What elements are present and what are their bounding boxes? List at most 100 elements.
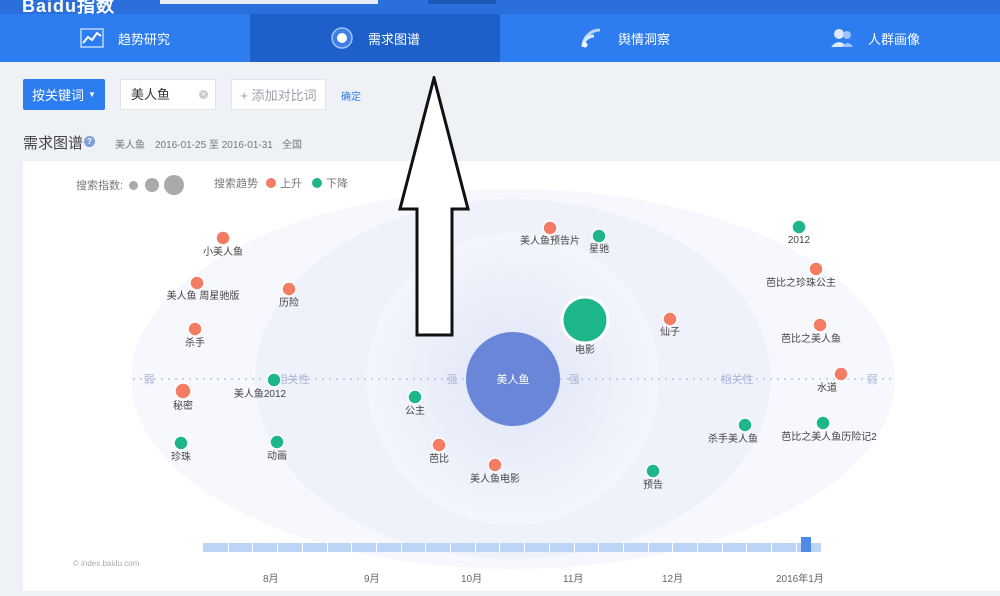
keyword-node-label: 杀手美人鱼: [708, 432, 758, 445]
keyword-node: [645, 463, 661, 479]
keyword-node: [281, 281, 297, 297]
people-icon: [830, 27, 854, 49]
size-medium-dot: [145, 178, 160, 192]
main-nav: 趋势研究 需求图谱 舆情洞察 人群画像: [0, 14, 1000, 62]
clear-icon[interactable]: ×: [199, 90, 208, 99]
keyword-node-label: 杀手: [185, 336, 205, 349]
legend-search-trend: 搜索趋势 上升 下降: [214, 175, 348, 191]
legend-up-label: 上升: [280, 178, 302, 190]
tab-label: 人群画像: [867, 31, 920, 47]
keyword-node: [487, 457, 503, 473]
top-bar: Baidu指数: [0, 0, 1000, 14]
size-small-dot: [129, 180, 139, 190]
timeline-tick: [721, 543, 723, 552]
timeline-month: 9月: [364, 574, 380, 585]
add-compare-button[interactable]: + 添加对比词: [231, 79, 326, 110]
confirm-link[interactable]: 确定: [341, 88, 361, 103]
timeline-tick: [746, 543, 748, 552]
tab-label: 需求图谱: [367, 31, 420, 47]
keyword-node-label: 公主: [405, 405, 425, 417]
center-keyword-label: 美人鱼: [497, 372, 530, 386]
keyword-node-label: 动画: [267, 450, 287, 462]
section-title: 需求图谱: [23, 135, 84, 152]
keyword-node: [269, 434, 285, 450]
timeline-tick: [499, 543, 501, 552]
size-large-dot: [164, 175, 185, 195]
trend-chart-icon: [80, 27, 104, 49]
timeline-month: 12月: [662, 574, 684, 585]
keyword-node-label: 芭比之美人鱼历险记2: [781, 430, 877, 443]
timeline-tick: [697, 543, 698, 552]
sentiment-wave-icon: [580, 27, 604, 49]
timeline-tick: [450, 543, 451, 552]
keyword-node-label: 秘密: [173, 399, 193, 412]
help-icon[interactable]: ?: [84, 136, 95, 147]
keyword-node-label: 美人鱼电影: [470, 472, 520, 485]
timeline-tick: [474, 543, 476, 552]
keyword-node: [560, 295, 610, 345]
timeline-tick: [400, 543, 402, 552]
timeline-month: 10月: [461, 574, 483, 585]
keyword-node: [173, 435, 189, 451]
tab-trend-research[interactable]: 趋势研究: [0, 14, 250, 62]
keyword-node: [833, 366, 849, 382]
timeline-month: 8月: [263, 574, 279, 585]
keyword-node-label: 水道: [817, 381, 837, 394]
timeline-tick: [326, 543, 328, 552]
timeline-tick: [598, 543, 600, 552]
keyword-node: [737, 417, 753, 433]
keyword-node: [187, 321, 203, 337]
section-date-range: 2016-01-25 至 2016-01-31: [155, 140, 273, 151]
keyword-node-label: 芭比之美人鱼: [781, 332, 841, 345]
axis-label: 弱: [144, 373, 155, 386]
keyword-mode-dropdown[interactable]: 按关键词 ▼: [23, 79, 105, 110]
demand-graph-panel: 弱强强弱相关性 相关性 美人鱼 小美人鱼 美人鱼 周星驰版 杀手 秘密 珍珠 历险 美人鱼2012…: [23, 161, 1000, 591]
axis-label: 强: [569, 374, 580, 386]
timeline-tick: [277, 543, 279, 552]
section-keyword: 美人鱼: [115, 140, 145, 151]
keyword-node-label: 仙子: [660, 325, 680, 338]
axis-label: 相关性: [721, 372, 754, 386]
top-search-button[interactable]: [428, 0, 496, 4]
keyword-node-label: 电影: [575, 343, 595, 356]
keyword-node: [215, 230, 231, 246]
legend-search-index-label: 搜索指数:: [76, 180, 124, 192]
timeline-tick: [622, 543, 624, 552]
timeline-tick: [573, 543, 575, 552]
demand-map-icon: [330, 27, 354, 49]
tab-label: 趋势研究: [117, 31, 170, 47]
timeline-tick: [524, 543, 526, 552]
timeline-tick: [771, 543, 773, 552]
top-search-input[interactable]: [160, 0, 378, 4]
timeline-handle[interactable]: [801, 537, 811, 552]
keyword-node-label: 珍珠: [171, 450, 191, 463]
keyword-node-label: 美人鱼 周星驰版: [167, 289, 240, 302]
keyword-input[interactable]: 美人鱼 ×: [120, 79, 216, 110]
keyword-node: [431, 437, 447, 453]
legend-search-index: 搜索指数:: [76, 175, 185, 195]
legend-search-trend-label: 搜索趋势: [214, 178, 258, 190]
keyword-node: [542, 220, 558, 236]
keyword-node: [808, 261, 824, 277]
keyword-node-label: 历险: [279, 296, 299, 309]
tab-demand-map[interactable]: 需求图谱: [250, 14, 500, 62]
timeline-tick: [795, 543, 797, 552]
baidu-index-logo[interactable]: Baidu指数: [22, 0, 115, 14]
keyword-node-label: 预告: [643, 478, 663, 491]
keyword-node: [812, 317, 828, 333]
timeline-month: 11月: [563, 574, 584, 585]
keyword-node: [174, 382, 192, 400]
keyword-node-label: 星驰: [589, 242, 609, 255]
timeline-tick: [425, 543, 427, 552]
tab-people-portrait[interactable]: 人群画像: [750, 14, 1000, 62]
timeline-tick: [548, 543, 550, 552]
trend-down-dot: [312, 178, 322, 188]
timeline-tick: [227, 543, 229, 552]
annotation-up-arrow-icon: [398, 76, 470, 337]
timeline-slider[interactable]: [203, 537, 821, 552]
tab-sentiment-insight[interactable]: 舆情洞察: [500, 14, 750, 62]
axis-label: 弱: [867, 373, 878, 386]
section-region: 全国: [282, 140, 302, 151]
timeline-tick: [672, 543, 674, 552]
timeline-tick: [647, 543, 649, 552]
